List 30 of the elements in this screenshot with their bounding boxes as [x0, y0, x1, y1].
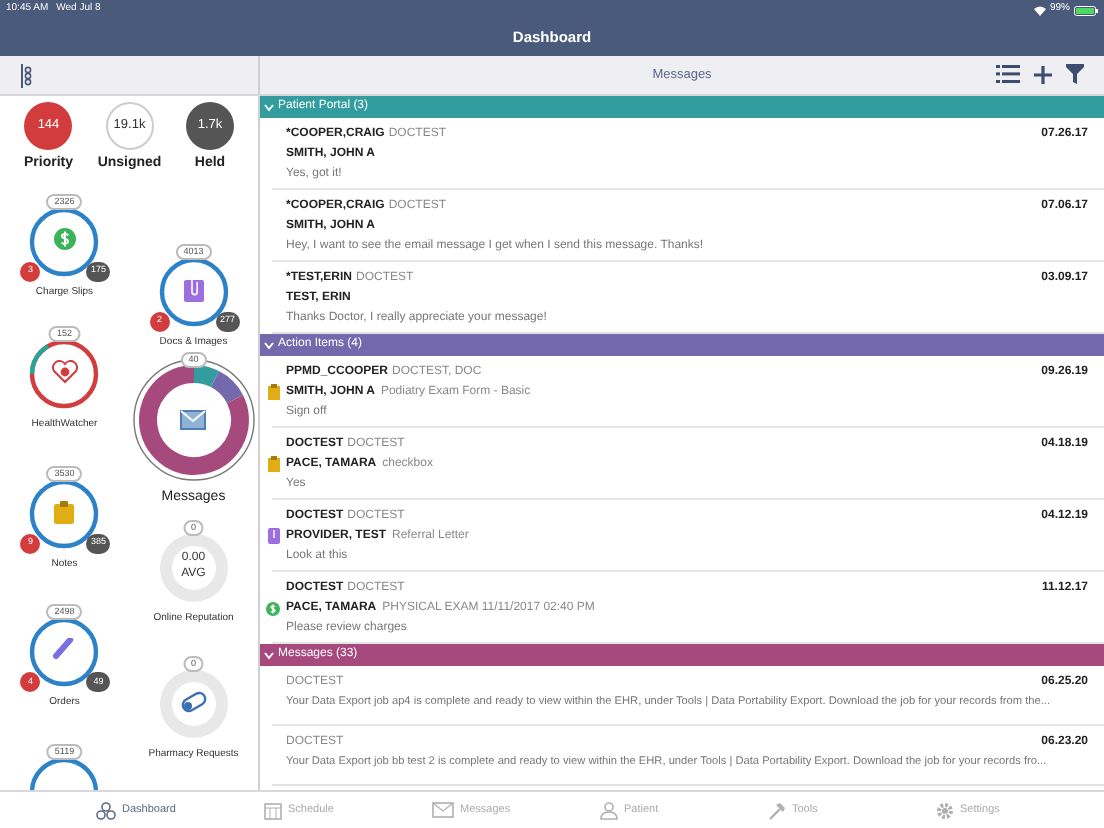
ring-outline: [28, 616, 101, 688]
clipboard-icon: [267, 384, 279, 400]
donut-drawing: [131, 358, 256, 482]
dollar-icon: [266, 601, 280, 615]
chevron-down-icon: [264, 103, 274, 111]
ring-outline: [157, 668, 230, 740]
envelope-icon: [432, 802, 454, 818]
battery-icon: [1074, 5, 1098, 15]
chevron-down-icon: [264, 341, 274, 349]
envelope-icon: [180, 410, 207, 430]
heart-icon: [51, 360, 78, 384]
calendar-icon: [264, 801, 282, 819]
dollar-icon: [53, 228, 76, 250]
paperclip-document-icon: [183, 277, 204, 301]
pill-icon: [179, 690, 208, 714]
person-icon: [600, 801, 618, 819]
add-icon[interactable]: [1034, 65, 1052, 83]
list-icon[interactable]: [996, 64, 1020, 84]
ring-outline: [28, 338, 101, 410]
filter-icon[interactable]: [1066, 64, 1084, 84]
ring-outline: [157, 531, 230, 603]
gear-icon: [936, 801, 954, 819]
clipboard-icon: [54, 499, 75, 523]
clipboard-icon: [267, 456, 279, 472]
hammer-icon: [768, 801, 786, 819]
chevron-down-icon: [264, 651, 274, 659]
people-icon: [96, 801, 116, 819]
wifi-icon: [1033, 5, 1046, 15]
document-icon: [267, 528, 279, 544]
test-tube-icon: [52, 638, 77, 662]
